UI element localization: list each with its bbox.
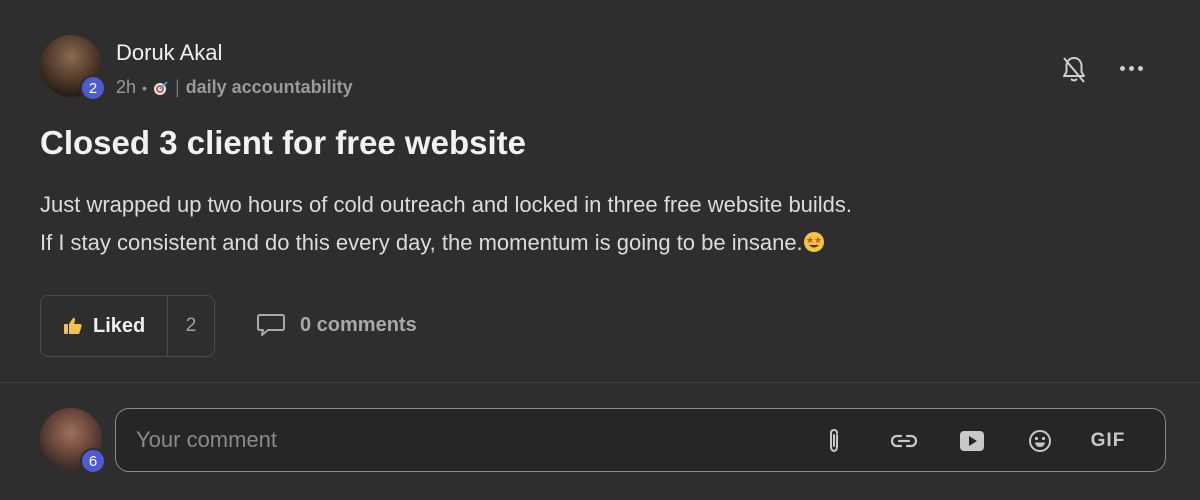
more-options-icon[interactable]	[1120, 58, 1150, 78]
author-level-badge: 2	[80, 75, 106, 101]
comments-count-label: 0 comments	[300, 313, 417, 336]
comments-link[interactable]: 0 comments	[256, 312, 417, 338]
star-struck-emoji-icon	[803, 232, 824, 252]
paperclip-icon	[830, 428, 838, 453]
post-body-line: Just wrapped up two hours of cold outrea…	[40, 192, 853, 217]
thumbs-up-icon	[64, 317, 82, 334]
post-body: Just wrapped up two hours of cold outrea…	[40, 186, 852, 262]
more-dot	[1138, 65, 1143, 71]
gif-button[interactable]: GIF	[1088, 427, 1128, 455]
link-icon	[890, 434, 918, 448]
speech-bubble-icon	[257, 314, 285, 336]
more-dot	[1120, 65, 1125, 71]
insert-video-button[interactable]	[958, 427, 986, 455]
post-meta: 2h • | daily accountability	[116, 77, 353, 98]
target-icon	[153, 80, 168, 95]
like-label: Liked	[93, 314, 146, 337]
like-button[interactable]: Liked	[41, 296, 167, 356]
insert-link-button[interactable]	[890, 427, 918, 455]
more-dot	[1129, 65, 1134, 71]
emoji-picker-button[interactable]	[1026, 427, 1054, 455]
comment-input[interactable]	[136, 409, 756, 470]
attach-button[interactable]	[820, 427, 848, 455]
smiley-icon	[1029, 430, 1051, 452]
video-play-icon	[960, 431, 984, 451]
like-count[interactable]: 2	[167, 296, 214, 356]
post-category[interactable]: daily accountability	[186, 77, 353, 98]
post-title: Closed 3 client for free website	[40, 124, 526, 161]
meta-dot: •	[142, 79, 147, 96]
post-time: 2h	[116, 77, 137, 97]
meta-separator: |	[174, 77, 180, 97]
author-name[interactable]: Doruk Akal	[116, 40, 222, 66]
like-control: Liked 2	[40, 295, 215, 357]
comment-composer: GIF	[115, 408, 1166, 472]
post-body-line-with-emoji: If I stay consistent and do this every d…	[40, 224, 852, 262]
post-card: 2 Doruk Akal 2h • | daily accountability…	[0, 0, 1200, 382]
section-divider	[0, 382, 1200, 383]
current-user-level-badge: 6	[80, 448, 106, 474]
bell-off-icon[interactable]	[1060, 55, 1088, 85]
post-body-line: If I stay consistent and do this every d…	[40, 230, 803, 255]
